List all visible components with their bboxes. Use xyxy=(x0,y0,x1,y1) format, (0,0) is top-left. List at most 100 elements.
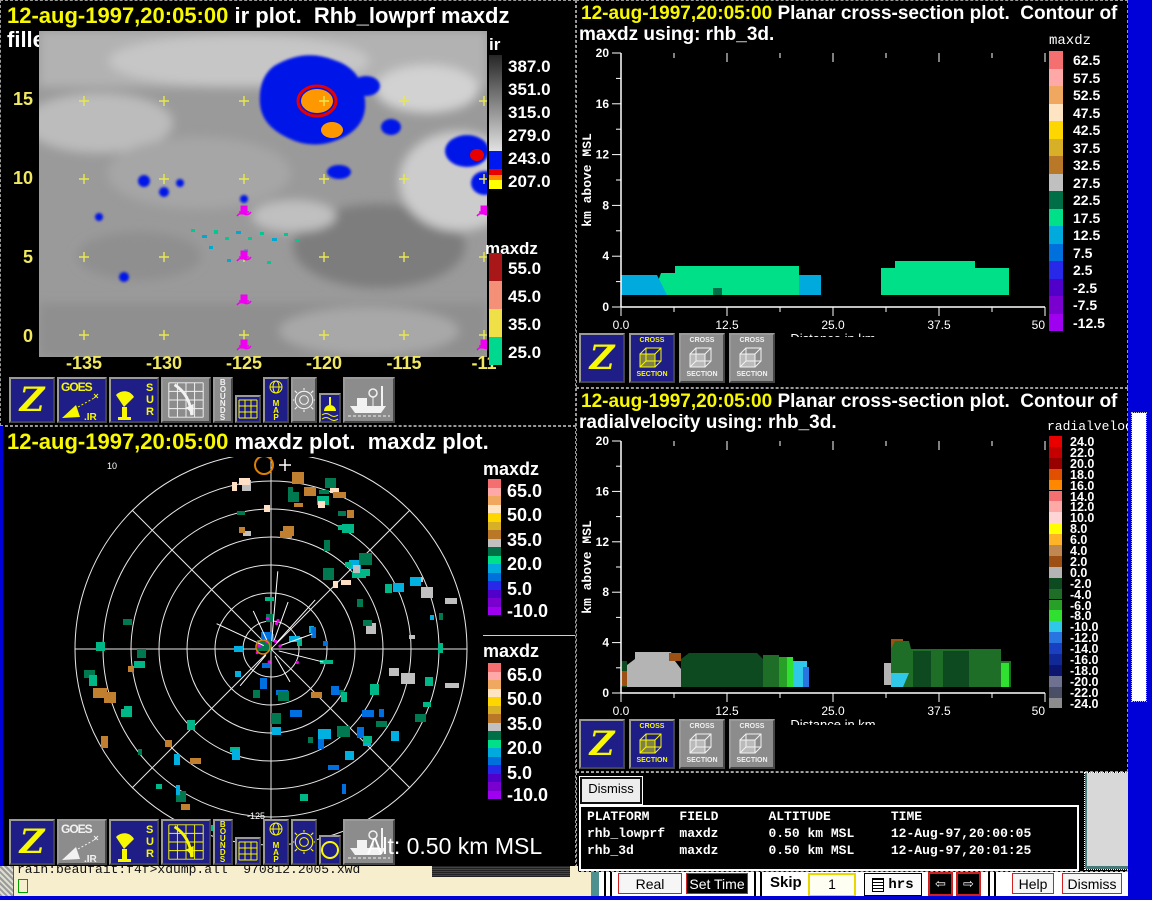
colorbar-segment xyxy=(488,513,501,522)
goes-ir-button[interactable]: GOES .IR xyxy=(57,377,107,423)
colorbar-segment xyxy=(1049,261,1063,279)
svg-text:0.0: 0.0 xyxy=(613,318,630,332)
colorbar-tick: 351.0 xyxy=(508,80,551,100)
colorbar-segment xyxy=(488,723,501,732)
colorbar-segment xyxy=(489,253,502,281)
title-timestamp: 12-aug-1997,20:05:00 xyxy=(581,391,772,412)
ship-button[interactable] xyxy=(343,377,395,423)
adjacent-window-scroll[interactable] xyxy=(1085,773,1129,869)
cross-section-yz-button[interactable]: CROSS SECTION xyxy=(729,333,775,383)
colorbar-segment xyxy=(1049,501,1062,512)
colorbar-tick: 27.5 xyxy=(1073,175,1100,191)
bounds-button[interactable]: BOUNDS xyxy=(213,819,233,865)
colorbar-segment xyxy=(1049,436,1062,447)
radar-grid-button[interactable] xyxy=(161,377,211,423)
svg-text:37.5: 37.5 xyxy=(927,318,951,332)
colorbar-tick: 17.5 xyxy=(1073,210,1100,226)
colorbar-tick: -7.5 xyxy=(1073,297,1097,313)
panel-title: 12-aug-1997,20:05:00 maxdz plot. maxdz p… xyxy=(7,429,489,455)
colorbar-segment xyxy=(1049,209,1063,227)
colorbar-tick: 20.0 xyxy=(507,554,542,575)
colorbar-segment xyxy=(1049,698,1062,709)
colorbar-segment xyxy=(488,731,501,740)
range-rings-button[interactable] xyxy=(291,819,317,865)
column-header: FIELD xyxy=(679,809,768,826)
colorbar-segment xyxy=(1049,139,1063,157)
buoy-button[interactable] xyxy=(319,393,341,423)
grip-handle[interactable] xyxy=(988,872,998,896)
surveillance-radar-button[interactable]: SUR xyxy=(109,377,159,423)
colorbar-segment xyxy=(488,706,501,715)
cross-section-xy-button[interactable]: CROSS SECTION xyxy=(629,719,675,769)
grid-overlay-button[interactable] xyxy=(235,837,261,865)
terminal-window[interactable]: rain:beaufait:f4f>xdump.all 970812.2005.… xyxy=(0,866,578,896)
surveillance-radar-button[interactable]: SUR xyxy=(109,819,159,865)
colorbar-tick: 315.0 xyxy=(508,103,551,123)
colorbar-segment xyxy=(1049,665,1062,676)
cross-section-xz-button[interactable]: CROSS SECTION xyxy=(679,719,725,769)
colorbar-maxdz-1: 65.050.035.020.05.0-10.0 xyxy=(488,479,574,619)
colorbar-segment xyxy=(488,564,501,573)
panel-maxdz-ppi: 12-aug-1997,20:05:00 maxdz plot. maxdz p… xyxy=(0,426,576,868)
svg-text:4: 4 xyxy=(602,249,609,263)
colorbar-segment xyxy=(488,598,501,607)
cross-section-xz-button[interactable]: CROSS SECTION xyxy=(679,333,725,383)
colorbar-segment xyxy=(488,488,501,497)
colorbar-velocity: 24.022.020.018.016.014.012.010.08.06.04.… xyxy=(1049,436,1129,714)
dismiss-button[interactable]: Dismiss xyxy=(1062,873,1122,894)
colorbar-tick: 5.0 xyxy=(507,579,532,600)
grip-handle[interactable] xyxy=(604,872,614,896)
step-back-button[interactable]: ⇦ xyxy=(928,872,953,896)
table-header-row: PLATFORMFIELDALTITUDETIME xyxy=(587,809,1031,826)
zebra-logo-button[interactable]: Z xyxy=(579,333,625,383)
map-button[interactable]: MAP xyxy=(263,377,289,423)
colorbar-tick: 5.0 xyxy=(507,763,532,784)
colorbar-segment xyxy=(1049,244,1063,262)
circle-overlay-button[interactable] xyxy=(319,835,341,865)
selection-circle xyxy=(255,457,273,474)
colorbar-segment xyxy=(488,590,501,599)
table-cell: 12-Aug-97,20:01:25 xyxy=(891,843,1031,860)
colorbar-segment xyxy=(1049,226,1063,244)
cross-section-buttons: ZCROSS SECTIONCROSS SECTIONCROSS SECTION xyxy=(579,333,979,385)
status-dismiss-button[interactable]: Dismiss xyxy=(580,777,642,804)
colorbar-segment xyxy=(1049,512,1062,523)
radar-grid-button[interactable] xyxy=(161,819,211,865)
colorbar-segment xyxy=(488,697,501,706)
colorbar-segment xyxy=(1049,296,1063,314)
step-forward-button[interactable]: ⇨ xyxy=(956,872,981,896)
grid-overlay-button[interactable] xyxy=(235,395,261,423)
hrs-button[interactable]: hrs xyxy=(864,873,922,896)
range-rings-button[interactable] xyxy=(291,377,317,423)
table-cell: 0.50 km MSL xyxy=(768,843,890,860)
colorbar-segment xyxy=(1049,279,1063,297)
colorbar-segment xyxy=(488,607,501,616)
real-time-button[interactable]: Real Time xyxy=(618,873,682,894)
skip-value-input[interactable]: 1 xyxy=(808,873,856,897)
window-scrollbar[interactable] xyxy=(1132,413,1146,701)
zebra-logo-button[interactable]: Z xyxy=(9,819,55,865)
title-timestamp: 12-aug-1997,20:05:00 xyxy=(7,429,228,454)
colorbar-segment xyxy=(488,573,501,582)
x-tick-label: -125 xyxy=(217,353,271,374)
grip-handle[interactable] xyxy=(754,872,764,896)
cross-section-yz-button[interactable]: CROSS SECTION xyxy=(729,719,775,769)
help-button[interactable]: Help xyxy=(1012,873,1054,894)
cross-section-xy-button[interactable]: CROSS SECTION xyxy=(629,333,675,383)
bounds-button[interactable]: BOUNDS xyxy=(213,377,233,423)
colorbar-segment xyxy=(1049,191,1063,209)
colorbar-segment xyxy=(1049,621,1062,632)
title-timestamp: 12-aug-1997,20:05:00 xyxy=(581,3,772,24)
zebra-logo-button[interactable]: Z xyxy=(9,377,55,423)
goes-ir-button[interactable]: GOES .IR xyxy=(57,819,107,865)
time-control-bar: Real Time Set Time Skip 1 hrs ⇦ ⇨ Help D… xyxy=(576,872,1128,896)
colorbar-title: maxdz xyxy=(1049,33,1091,49)
colorbar-segment xyxy=(1049,632,1062,643)
zebra-logo-button[interactable]: Z xyxy=(579,719,625,769)
panel-title: 12-aug-1997,20:05:00 Planar cross-sectio… xyxy=(581,391,1117,413)
colorbar-segment xyxy=(488,748,501,757)
map-button[interactable]: MAP xyxy=(263,819,289,865)
set-time-button[interactable]: Set Time xyxy=(686,873,748,894)
colorbar-ir: 387.0351.0315.0279.0243.0207.0 xyxy=(489,55,575,197)
colorbar-segment xyxy=(1049,69,1063,87)
